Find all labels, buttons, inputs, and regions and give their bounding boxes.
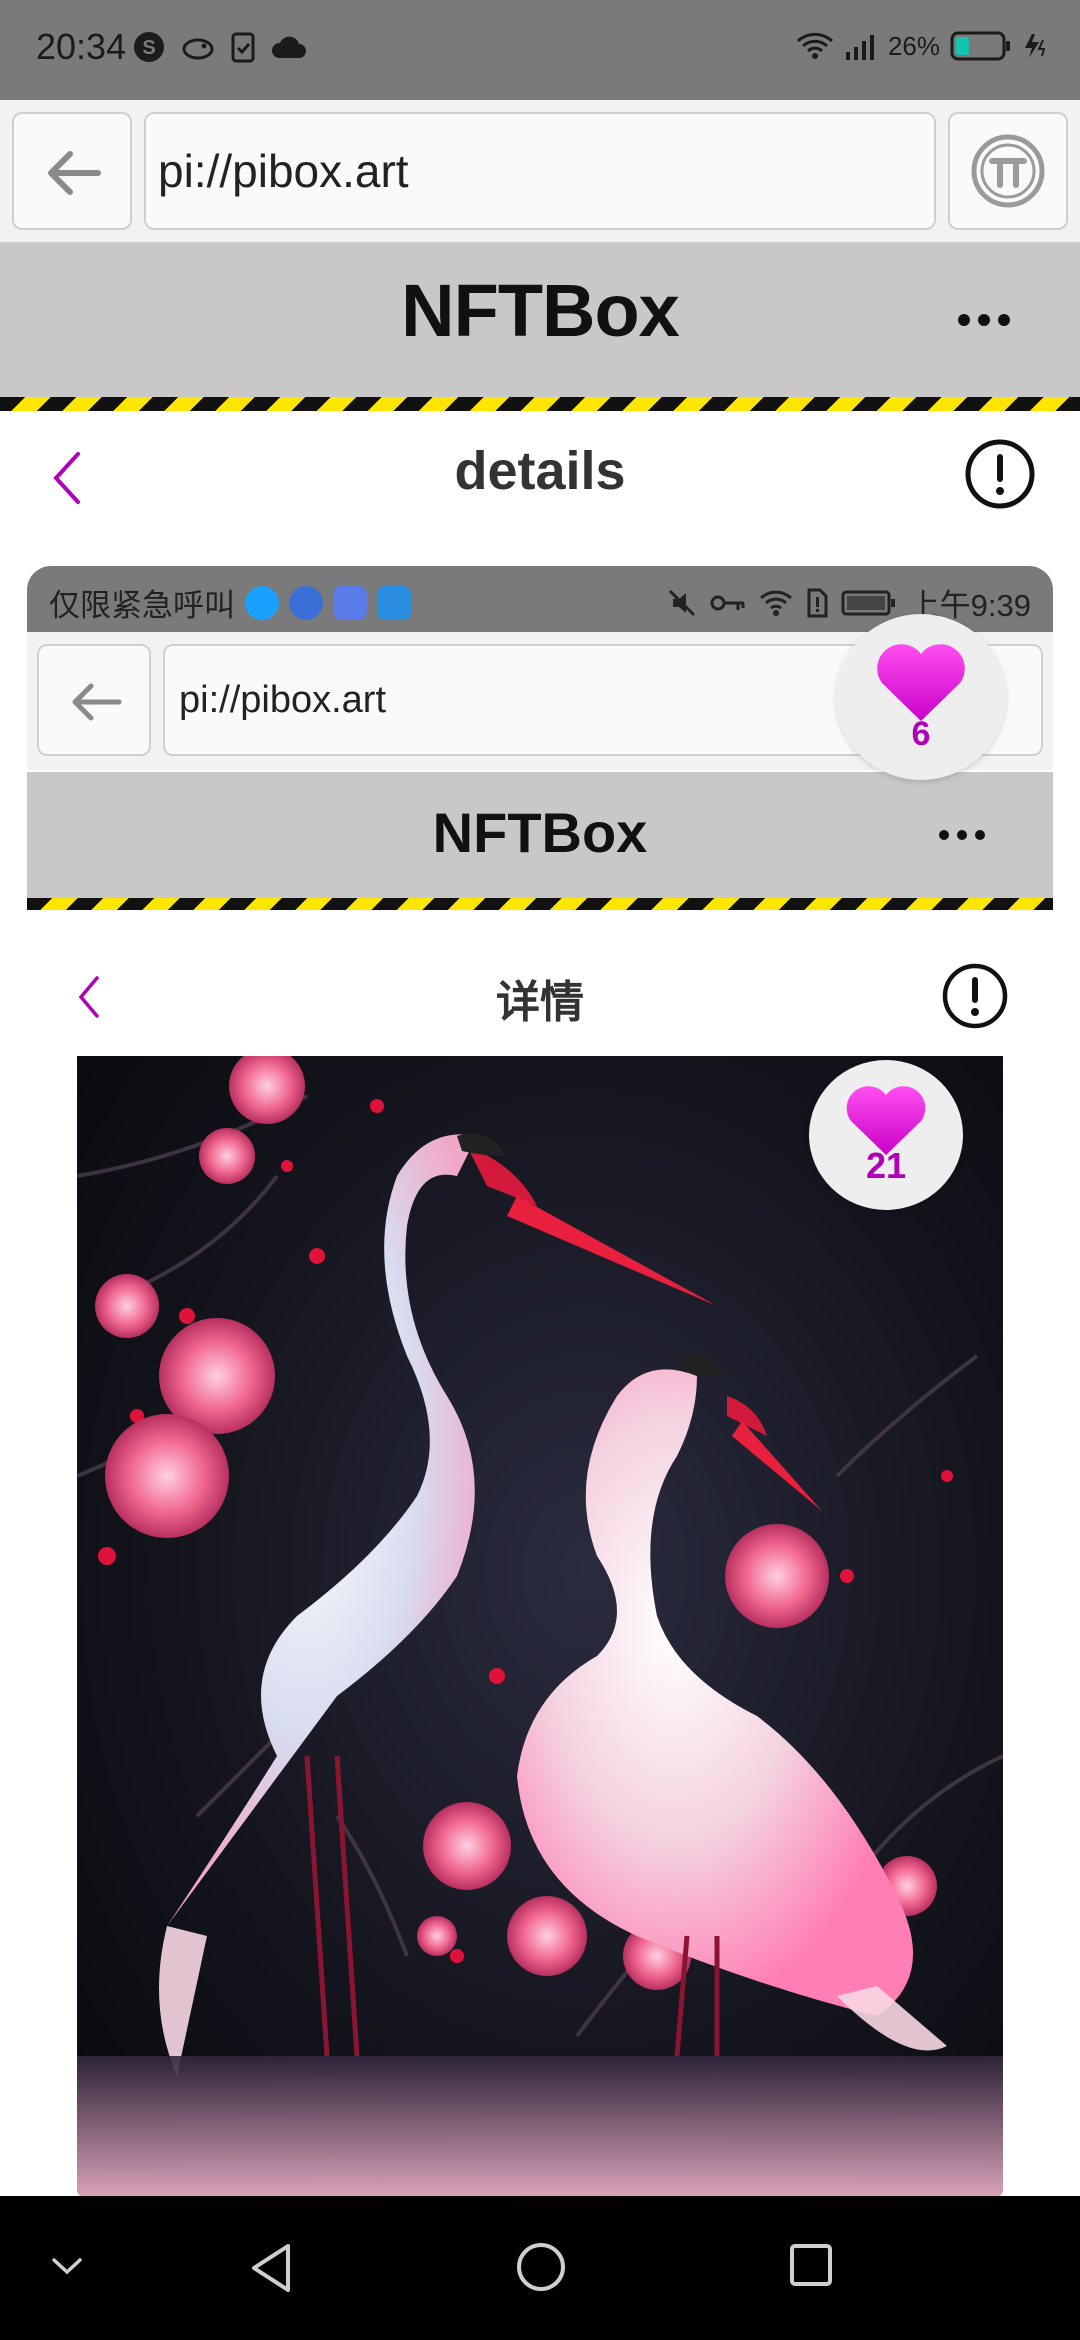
url-field[interactable]: pi://pibox.art [144,112,936,230]
emergency-call-text: 仅限紧急呼叫 [49,588,235,623]
pi-browser-button[interactable] [948,112,1068,230]
clipboard-check-icon [231,32,255,63]
wifi-icon [759,590,792,616]
charging-icon [1025,34,1046,58]
crane-artwork-graphic [77,1056,1003,2200]
nft-artwork-image[interactable] [77,1056,1003,2200]
status-bar: 20:34 S 26% [0,0,1080,100]
info-circle-icon[interactable] [964,438,1036,510]
embedded-screenshot: 仅限紧急呼叫 上午9:39 pi://pibox.art NFTBox 详情 2… [27,566,1053,2200]
status-notification-icons: S [132,30,306,64]
app-header: NFTBox [0,244,1080,411]
artwork-like-badge[interactable]: 21 [809,1060,963,1210]
back-arrow-icon [48,151,101,195]
pi-logo-icon [971,134,1045,208]
s-circle-icon: S [134,32,164,62]
collapse-chevron-icon[interactable] [50,2254,84,2278]
battery-icon [841,590,895,615]
more-dots-icon [939,830,985,840]
nav-recents-icon[interactable] [788,2242,834,2288]
svg-text:S: S [142,37,155,59]
browser-bar: pi://pibox.art [0,100,1080,244]
embedded-page-title: 详情 [496,978,584,1027]
system-nav-bar [0,2196,1080,2340]
browser-back-button[interactable] [12,112,132,230]
battery-icon [950,31,1010,61]
status-time: 20:34 [36,26,127,67]
floating-like-badge[interactable]: 6 [836,614,1006,780]
battery-percent: 26% [887,30,940,61]
embedded-app-title: NFTBox [432,801,648,864]
embedded-app-header: NFTBox [27,772,1053,910]
more-dots-icon[interactable] [958,314,1010,326]
app-title: NFTBox [401,269,680,352]
bird-icon [182,38,214,60]
back-arrow-icon [72,683,122,721]
page-title: details [454,441,626,501]
status-right-icons: 26% [796,30,1050,62]
signal-icon [845,35,874,60]
heart-icon [877,643,965,721]
floating-like-count: 6 [911,714,931,753]
nav-home-icon[interactable] [514,2240,568,2294]
embedded-back-button [37,644,151,756]
globe-icon [289,585,323,620]
cloud-icon [271,36,306,58]
app-icon-blue [245,585,279,620]
hazard-stripe [27,898,1053,910]
artwork-like-count: 21 [865,1145,907,1186]
mute-icon [668,589,695,616]
nav-back-icon[interactable] [246,2240,296,2296]
app-icon-square [377,585,411,620]
key-icon [710,595,745,610]
wifi-icon [796,32,833,59]
music-icon [333,585,367,620]
sim-alert-icon [807,588,828,617]
info-circle-icon [942,963,1008,1029]
hazard-stripe [0,397,1080,411]
